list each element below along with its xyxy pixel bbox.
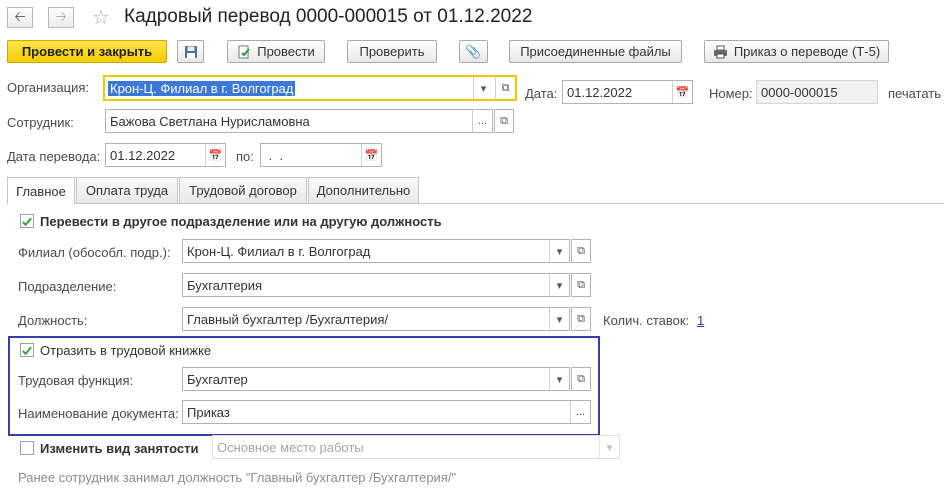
workbook-checkbox-label: Отразить в трудовой книжке: [40, 343, 212, 358]
labor-function-dropdown-button[interactable]: ▾: [549, 368, 569, 390]
employee-field[interactable]: Бажова Светлана Нурисламовна ...: [105, 109, 493, 133]
to-date-field[interactable]: . . 📅: [260, 143, 382, 167]
position-dropdown-button[interactable]: ▾: [549, 308, 569, 330]
doc-name-select-button[interactable]: ...: [570, 401, 590, 423]
calendar-icon: 📅: [364, 149, 379, 162]
transfer-date-calendar-button[interactable]: 📅: [205, 144, 225, 166]
transfer-checkbox-label: Перевести в другое подразделение или на …: [40, 214, 442, 229]
organization-field[interactable]: Крон-Ц. Филиал в г. Волгоград ▾ ⧉: [103, 75, 517, 101]
check-button[interactable]: Проверить: [347, 40, 437, 63]
labor-function-field[interactable]: Бухгалтер ▾: [182, 367, 570, 391]
checkmark-icon: [22, 217, 32, 226]
transfer-date-field[interactable]: 01.12.2022 📅: [105, 143, 226, 167]
position-field[interactable]: Главный бухгалтер /Бухгалтерия/ ▾: [182, 307, 570, 331]
to-label: по:: [236, 149, 254, 164]
employment-field: Основное место работы ▾: [212, 435, 620, 459]
doc-name-label: Наименование документа:: [18, 406, 179, 421]
branch-open-button[interactable]: ⧉: [571, 239, 591, 263]
chevron-down-icon: ▾: [556, 245, 563, 258]
transfer-date-label: Дата перевода:: [7, 149, 101, 164]
post-button[interactable]: Провести: [227, 40, 325, 63]
arrow-right-icon: 🡢: [55, 7, 67, 24]
position-open-button[interactable]: ⧉: [571, 307, 591, 331]
ellipsis-icon: ...: [477, 115, 488, 127]
tab-divider: [7, 203, 944, 204]
workbook-checkbox[interactable]: [20, 343, 34, 357]
print-order-button[interactable]: Приказ о переводе (Т-5): [704, 40, 889, 63]
chevron-down-icon: ▾: [606, 441, 613, 454]
to-date-calendar-button[interactable]: 📅: [361, 144, 381, 166]
open-form-icon: ⧉: [577, 244, 585, 257]
open-form-icon: ⧉: [577, 312, 585, 325]
branch-dropdown-button[interactable]: ▾: [549, 240, 569, 262]
branch-field[interactable]: Крон-Ц. Филиал в г. Волгоград ▾: [182, 239, 570, 263]
chevron-down-icon: ▾: [556, 313, 563, 326]
number-field: 0000-000015: [756, 80, 878, 104]
date-calendar-button[interactable]: 📅: [672, 81, 692, 103]
back-button[interactable]: 🡠: [7, 7, 33, 28]
employment-checkbox-label: Изменить вид занятости: [40, 441, 199, 456]
paperclip-icon: 📎: [465, 43, 482, 59]
tab-labor-contract[interactable]: Трудовой договор: [179, 177, 307, 203]
rates-label: Колич. ставок:: [603, 313, 690, 328]
department-field[interactable]: Бухгалтерия ▾: [182, 273, 570, 297]
organization-label: Организация:: [7, 80, 90, 95]
organization-dropdown-button[interactable]: ▾: [473, 77, 493, 99]
page-title: Кадровый перевод 0000-000015 от 01.12.20…: [124, 6, 533, 27]
tab-main[interactable]: Главное: [7, 177, 75, 204]
open-form-icon: ⧉: [577, 372, 585, 385]
organization-open-button[interactable]: ⧉: [495, 77, 515, 99]
labor-function-open-button[interactable]: ⧉: [571, 367, 591, 391]
date-field[interactable]: 01.12.2022 📅: [562, 80, 693, 104]
calendar-icon: 📅: [675, 86, 690, 99]
department-dropdown-button[interactable]: ▾: [549, 274, 569, 296]
calendar-icon: 📅: [208, 149, 223, 162]
post-and-close-button[interactable]: Провести и закрыть: [7, 40, 167, 63]
branch-label: Филиал (обособл. подр.):: [18, 245, 171, 260]
chevron-down-icon: ▾: [480, 82, 487, 95]
checkmark-icon: [22, 346, 32, 355]
print-label: печатать: [888, 86, 942, 101]
printer-icon: [713, 45, 727, 58]
favorite-star-icon[interactable]: ☆: [92, 5, 110, 30]
open-form-icon: ⧉: [500, 114, 508, 127]
arrow-left-icon: 🡠: [14, 7, 26, 24]
department-open-button[interactable]: ⧉: [571, 273, 591, 297]
department-label: Подразделение:: [18, 279, 117, 294]
ellipsis-icon: ...: [575, 406, 586, 418]
employee-select-button[interactable]: ...: [472, 110, 492, 132]
previous-position-note: Ранее сотрудник занимал должность "Главн…: [18, 470, 457, 485]
date-label: Дата:: [525, 86, 558, 101]
employment-dropdown-button: ▾: [599, 436, 619, 458]
forward-button[interactable]: 🡢: [48, 7, 74, 28]
save-button[interactable]: [177, 40, 204, 63]
chevron-down-icon: ▾: [556, 279, 563, 292]
open-form-icon: ⧉: [501, 81, 510, 94]
transfer-checkbox[interactable]: [20, 214, 34, 228]
attached-files-button[interactable]: Присоединенные файлы: [509, 40, 682, 63]
rates-link[interactable]: 1: [697, 313, 704, 328]
number-label: Номер:: [709, 86, 753, 101]
organization-value: Крон-Ц. Филиал в г. Волгоград: [108, 80, 296, 96]
attach-button[interactable]: 📎: [459, 40, 488, 63]
open-form-icon: ⧉: [577, 278, 585, 291]
employee-open-button[interactable]: ⧉: [494, 109, 514, 133]
doc-name-field[interactable]: Приказ ...: [182, 400, 591, 424]
tab-additional[interactable]: Дополнительно: [308, 177, 419, 203]
employment-checkbox[interactable]: [20, 441, 34, 455]
labor-function-label: Трудовая функция:: [18, 373, 134, 388]
employee-label: Сотрудник:: [7, 115, 74, 130]
tab-payment[interactable]: Оплата труда: [76, 177, 178, 203]
position-label: Должность:: [18, 313, 88, 328]
chevron-down-icon: ▾: [556, 373, 563, 386]
post-doc-icon: [238, 45, 251, 58]
floppy-disk-icon: [184, 45, 197, 58]
